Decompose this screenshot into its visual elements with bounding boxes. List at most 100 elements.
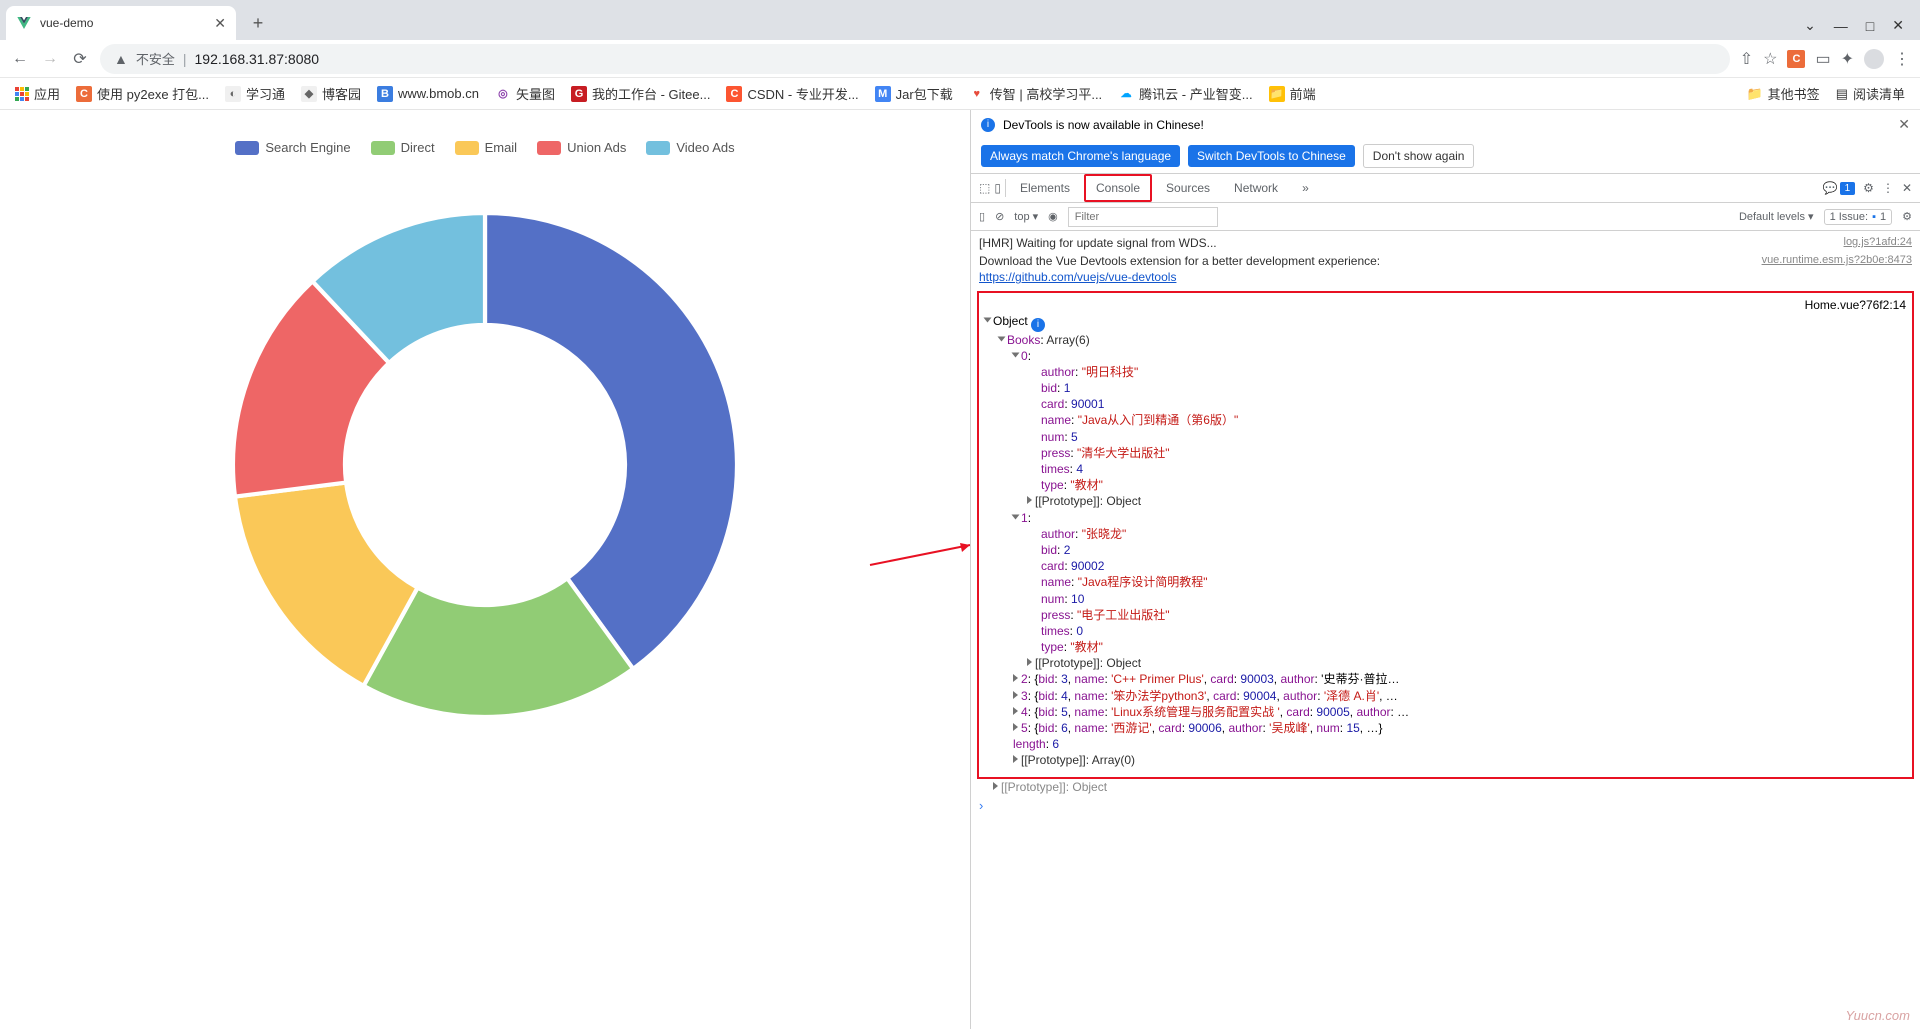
legend-item[interactable]: Union Ads <box>537 140 626 155</box>
menu-icon[interactable]: ⋮ <box>1894 49 1910 69</box>
devtools-tabs: ⬚ ▯ Elements Console Sources Network » 💬… <box>971 173 1920 203</box>
apps-icon <box>15 87 29 101</box>
prop-key: times <box>1041 462 1070 476</box>
apps-button[interactable]: 应用 <box>10 81 65 106</box>
prop-key: type <box>1041 640 1064 654</box>
new-tab-button[interactable]: + <box>244 9 272 37</box>
bookmark-label: 博客园 <box>322 84 361 103</box>
reading-list[interactable]: ▤阅读清单 <box>1831 81 1910 106</box>
close-icon[interactable]: ✕ <box>214 15 226 32</box>
prop-value: "Java程序设计简明教程" <box>1078 575 1208 589</box>
inspect-icon[interactable]: ⬚ <box>979 181 990 195</box>
tab-console[interactable]: Console <box>1084 174 1152 202</box>
bookmark-label: CSDN - 专业开发... <box>747 84 858 103</box>
settings-icon[interactable]: ⚙ <box>1863 181 1874 195</box>
prop-key: Books <box>1007 333 1040 347</box>
log-link[interactable]: https://github.com/vuejs/vue-devtools <box>979 270 1176 284</box>
log-levels[interactable]: Default levels ▾ <box>1739 210 1814 223</box>
bookmark-icon: C <box>726 86 742 102</box>
prop-value: 0 <box>1076 624 1083 638</box>
prop-value: 2 <box>1064 543 1071 557</box>
devtools-notice-close[interactable]: ✕ <box>1898 116 1910 133</box>
folder-icon: 📁 <box>1746 86 1762 102</box>
devtools-menu-icon[interactable]: ⋮ <box>1882 181 1894 195</box>
tab-sources[interactable]: Sources <box>1156 174 1220 202</box>
log-source[interactable]: vue.runtime.esm.js?2b0e:8473 <box>1762 253 1912 285</box>
bookmark-item[interactable]: MJar包下载 <box>870 81 958 106</box>
devtools-close-icon[interactable]: ✕ <box>1902 181 1912 195</box>
devtools-panel: i DevTools is now available in Chinese! … <box>970 110 1920 1029</box>
bookmark-item[interactable]: ◆博客园 <box>296 81 366 106</box>
legend-swatch <box>646 141 670 155</box>
bookmark-label: 传智 | 高校学习平... <box>990 84 1102 103</box>
bookmark-item[interactable]: C使用 py2exe 打包... <box>71 81 214 106</box>
prop-key: type <box>1041 478 1064 492</box>
bookmark-item[interactable]: ☁腾讯云 - 产业智变... <box>1113 81 1257 106</box>
forward-button[interactable]: → <box>40 49 60 69</box>
other-bookmarks[interactable]: 📁其他书签 <box>1741 81 1824 106</box>
prop-value: 5 <box>1071 430 1078 444</box>
bookmark-item[interactable]: G我的工作台 - Gitee... <box>566 81 715 106</box>
console-prompt[interactable]: › <box>971 795 1920 817</box>
profile-icon[interactable] <box>1864 49 1884 69</box>
prop-value: 6 <box>1052 737 1059 751</box>
bookmark-item[interactable]: Bwww.bmob.cn <box>372 81 484 106</box>
log-source[interactable]: log.js?1afd:24 <box>1844 235 1913 251</box>
reload-button[interactable]: ⟳ <box>70 49 90 69</box>
log-message: Download the Vue Devtools extension for … <box>979 253 1762 285</box>
match-language-button[interactable]: Always match Chrome's language <box>981 145 1180 167</box>
address-bar: ← → ⟳ ▲ 不安全 | 192.168.31.87:8080 ⇧ ☆ C ▭… <box>0 40 1920 78</box>
bookmark-icon: ☁ <box>1118 86 1134 102</box>
extension-icon[interactable]: C <box>1787 50 1805 68</box>
bookmark-item[interactable]: 📁前端 <box>1264 81 1321 106</box>
window-maximize[interactable]: □ <box>1866 18 1874 34</box>
console-settings-icon[interactable]: ⚙ <box>1902 210 1912 223</box>
tab-elements[interactable]: Elements <box>1010 174 1080 202</box>
browser-tab[interactable]: vue-demo ✕ <box>6 6 236 40</box>
window-close[interactable]: ✕ <box>1892 17 1904 34</box>
back-button[interactable]: ← <box>10 49 30 69</box>
prop-key: card <box>1041 397 1064 411</box>
prop-value: "张晓龙" <box>1082 527 1127 541</box>
legend-label: Union Ads <box>567 140 626 155</box>
page-content: Search Engine Direct Email Union Ads Video A… <box>0 110 970 1029</box>
bookmark-item[interactable]: ◎矢量图 <box>490 81 560 106</box>
legend-item[interactable]: Search Engine <box>235 140 350 155</box>
insecure-label: 不安全 <box>136 49 175 68</box>
star-icon[interactable]: ☆ <box>1763 49 1777 69</box>
console-object[interactable]: Home.vue?76f2:14 Object i Books: Array(6… <box>977 291 1914 779</box>
object-label: Object <box>993 314 1028 328</box>
issues-badge[interactable]: 1 Issue: ▪1 <box>1824 209 1893 225</box>
window-dropdown[interactable]: ⌄ <box>1804 17 1816 34</box>
share-icon[interactable]: ⇧ <box>1740 49 1753 69</box>
device-toggle-icon[interactable]: ▯ <box>994 181 1001 195</box>
dont-show-button[interactable]: Don't show again <box>1363 144 1475 168</box>
extensions-icon[interactable]: ✦ <box>1841 49 1854 69</box>
reading-list-icon[interactable]: ▭ <box>1815 49 1830 69</box>
reading-icon: ▤ <box>1836 86 1848 102</box>
prop-value: 4 <box>1076 462 1083 476</box>
console-sidebar-toggle[interactable]: ▯ <box>979 210 985 223</box>
prop-key: name <box>1041 575 1071 589</box>
switch-language-button[interactable]: Switch DevTools to Chinese <box>1188 145 1355 167</box>
bookmark-item[interactable]: ◐学习通 <box>220 81 290 106</box>
bookmark-icon: ♥ <box>969 86 985 102</box>
clear-console-icon[interactable]: ⊘ <box>995 210 1004 223</box>
window-minimize[interactable]: — <box>1834 18 1848 34</box>
legend-item[interactable]: Video Ads <box>646 140 734 155</box>
bookmark-item[interactable]: C CSDN - 专业开发... <box>721 81 863 106</box>
message-icon[interactable]: 💬1 <box>1823 181 1856 195</box>
console-body[interactable]: [HMR] Waiting for update signal from WDS… <box>971 231 1920 1029</box>
bookmark-label: 前端 <box>1290 84 1316 103</box>
tab-more[interactable]: » <box>1292 174 1319 202</box>
collapsed-object: 2: {bid: 3, name: 'C++ Primer Plus', car… <box>1021 672 1399 686</box>
filter-input[interactable] <box>1068 207 1218 227</box>
legend-item[interactable]: Email <box>455 140 518 155</box>
log-source[interactable]: Home.vue?76f2:14 <box>1805 298 1906 312</box>
context-selector[interactable]: top ▾ <box>1014 210 1038 223</box>
bookmark-item[interactable]: ♥ 传智 | 高校学习平... <box>964 81 1107 106</box>
legend-item[interactable]: Direct <box>371 140 435 155</box>
tab-network[interactable]: Network <box>1224 174 1288 202</box>
address-field[interactable]: ▲ 不安全 | 192.168.31.87:8080 <box>100 44 1730 74</box>
live-expression-icon[interactable]: ◉ <box>1048 210 1058 223</box>
